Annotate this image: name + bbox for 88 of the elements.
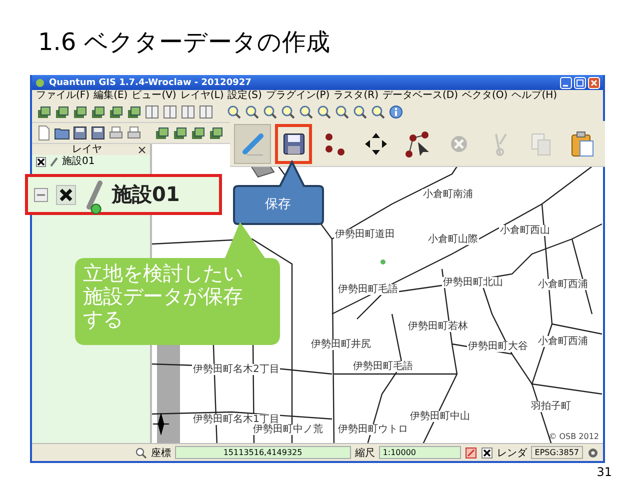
map-label: 伊勢田町名木1丁目 [192, 414, 280, 425]
menu-item[interactable]: ビュー(V) [132, 90, 176, 102]
layer-icon[interactable] [172, 125, 188, 141]
map-label: 小倉町西山 [499, 225, 551, 236]
slide-title: 1.6 ベクターデータの作成 [37, 27, 331, 58]
layer-icon[interactable] [126, 104, 142, 120]
render-label: レンダ [496, 446, 527, 460]
point-symbol-icon [90, 203, 102, 215]
close-icon[interactable] [138, 146, 146, 154]
north-arrow-icon [152, 413, 170, 435]
map-label: 伊勢田町若林 [407, 321, 469, 332]
layer-name[interactable]: 施設01 [112, 181, 180, 208]
map-label: 伊勢田町中山 [409, 411, 471, 422]
map-label: 伊勢田町北山 [442, 277, 504, 288]
pencil-icon [84, 180, 104, 210]
table-icon[interactable] [162, 104, 178, 120]
magnifier-icon[interactable] [262, 104, 278, 120]
page-number: 31 [596, 466, 612, 479]
magnifier-icon[interactable] [226, 104, 242, 120]
layer-checkbox[interactable] [36, 156, 46, 166]
callout-text: 立地を検討したい施設データが保存する [83, 262, 244, 331]
callout-text: 保存 [265, 197, 291, 212]
menu-item[interactable]: 編集(E) [94, 90, 128, 102]
layer-icon[interactable] [72, 104, 88, 120]
magnifier-icon[interactable] [352, 104, 368, 120]
map-label: 伊勢田町中ノ荒 [252, 424, 324, 435]
menu-item[interactable]: 設定(S) [228, 90, 262, 102]
coordinate-field[interactable]: 15113516,4149325 [174, 446, 351, 459]
magnifier-icon[interactable] [334, 104, 350, 120]
collapse-icon[interactable] [34, 188, 48, 202]
menu-item[interactable]: プラグイン(P) [266, 90, 330, 102]
map-label: 小倉町山際 [427, 234, 479, 245]
layer-icon[interactable] [208, 125, 224, 141]
magnifier-icon[interactable] [298, 104, 314, 120]
save-tool-button[interactable] [275, 124, 312, 164]
node-cursor-icon [403, 130, 432, 158]
table-icon[interactable] [198, 104, 214, 120]
maximize-icon[interactable] [574, 76, 586, 88]
crs-button[interactable]: EPSG:3857 [530, 446, 583, 459]
layer-name[interactable]: 施設01 [62, 156, 95, 167]
layer-icon[interactable] [154, 125, 170, 141]
layer-icon[interactable] [54, 104, 70, 120]
document-icon[interactable] [36, 125, 52, 141]
window-title: Quantum GIS 1.7.4-Wroclaw - 20120927 [49, 78, 252, 88]
map-label: 伊勢田町毛語 [352, 361, 414, 372]
menu-item[interactable]: ラスタ(R) [334, 90, 378, 102]
map-label: 小倉町西浦 [537, 279, 589, 290]
scale-label: 縮尺 [354, 446, 375, 460]
map-label: 小倉町西浦 [537, 336, 589, 347]
layer-checkbox[interactable] [56, 184, 76, 204]
pencil-icon [49, 156, 59, 166]
map-credit: © OSB 2012 [548, 432, 599, 441]
menu-item[interactable]: ファイル(F) [36, 90, 90, 102]
map-label: 伊勢田町名木2丁目 [192, 364, 280, 375]
magnifier-icon[interactable] [316, 104, 332, 120]
map-label: 小倉町南浦 [422, 189, 474, 200]
scale-field[interactable]: 1:10000 [378, 446, 461, 459]
map-label: 羽拍子町 [530, 401, 572, 412]
magnifier-icon[interactable] [370, 104, 386, 120]
point-feature [380, 260, 386, 264]
menu-item[interactable]: レイヤ(L) [180, 90, 224, 102]
map-label: 伊勢田町毛語 [337, 284, 399, 295]
coordinate-label: 座標 [150, 446, 171, 460]
info-icon[interactable] [388, 104, 404, 120]
magnifier-icon[interactable] [280, 104, 296, 120]
layer-icon[interactable] [108, 104, 124, 120]
panel-title: レイヤ [71, 144, 103, 155]
printer-icon[interactable] [108, 125, 124, 141]
printer-icon[interactable] [126, 125, 142, 141]
map-label: 伊勢田町ウトロ [337, 424, 409, 435]
menu-item[interactable]: データベース(D) [382, 90, 458, 102]
minimize-icon[interactable] [560, 76, 572, 88]
menu-item[interactable]: ヘルプ(H) [512, 90, 558, 102]
magnifier-icon[interactable] [244, 104, 260, 120]
settings-icon[interactable] [587, 446, 599, 458]
table-icon[interactable] [144, 104, 160, 120]
table-icon[interactable] [180, 104, 196, 120]
map-label: 伊勢田町道田 [334, 229, 396, 240]
map-label: 伊勢田町井尻 [310, 339, 372, 350]
magnifier-icon[interactable] [134, 446, 147, 458]
layer-icon[interactable] [36, 104, 52, 120]
layer-icon[interactable] [190, 125, 206, 141]
app-icon [35, 78, 45, 88]
layer-icon[interactable] [90, 104, 106, 120]
stop-render-icon[interactable] [464, 446, 477, 458]
map-label: 伊勢田町大谷 [467, 341, 529, 352]
menu-item[interactable]: ベクタ(O) [462, 90, 508, 102]
render-checkbox[interactable] [480, 446, 493, 458]
